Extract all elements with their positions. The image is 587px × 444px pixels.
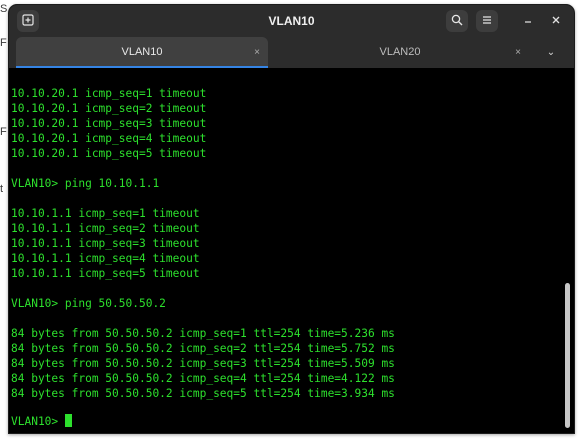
tab-vlan20[interactable]: VLAN20 ×	[271, 37, 529, 68]
edge-glyph: t	[0, 183, 4, 195]
tab-close-icon[interactable]: ×	[515, 37, 521, 68]
menu-button[interactable]	[476, 10, 498, 32]
edge-glyph: F	[0, 126, 7, 138]
background-window-edge: S F F t	[0, 0, 8, 444]
terminal-line: 10.10.20.1 icmp_seq=3 timeout	[11, 117, 207, 130]
terminal-prompt-line: VLAN10>	[11, 414, 72, 429]
terminal-line: 10.10.20.1 icmp_seq=5 timeout	[11, 147, 207, 160]
terminal-line: 84 bytes from 50.50.50.2 icmp_seq=3 ttl=…	[11, 357, 395, 370]
tab-vlan10[interactable]: VLAN10 ×	[16, 37, 268, 68]
terminal-line: 84 bytes from 50.50.50.2 icmp_seq=5 ttl=…	[11, 387, 395, 400]
terminal-line: 84 bytes from 50.50.50.2 icmp_seq=2 ttl=…	[11, 342, 395, 355]
tab-label: VLAN20	[379, 46, 421, 58]
hamburger-menu-icon	[483, 16, 491, 24]
terminal-line: 10.10.20.1 icmp_seq=2 timeout	[11, 102, 207, 115]
terminal-line: 10.10.1.1 icmp_seq=1 timeout	[11, 207, 200, 220]
terminal-line: 10.10.20.1 icmp_seq=1 timeout	[11, 87, 207, 100]
close-icon	[552, 16, 560, 24]
tab-list-dropdown-icon[interactable]: ⌄	[539, 37, 563, 68]
terminal-line: 10.10.1.1 icmp_seq=5 timeout	[11, 267, 200, 280]
minimize-button[interactable]	[517, 10, 539, 32]
tab-label: VLAN10	[121, 46, 163, 58]
terminal-line: 10.10.1.1 icmp_seq=3 timeout	[11, 237, 200, 250]
tab-bar: VLAN10 × VLAN20 × ⌄	[9, 37, 574, 68]
scrollbar[interactable]	[561, 68, 574, 433]
search-button[interactable]	[446, 10, 468, 32]
close-button[interactable]	[545, 10, 567, 32]
minimize-icon	[525, 21, 531, 23]
terminal-window: VLAN10 VLAN10 × VLAN20 × ⌄ 10.10.20.1 ic…	[8, 4, 575, 434]
edge-glyph: F	[0, 37, 7, 49]
scrollbar-thumb[interactable]	[565, 283, 570, 428]
edge-glyph: S	[0, 3, 8, 15]
terminal-output[interactable]: 10.10.20.1 icmp_seq=1 timeout 10.10.20.1 …	[9, 68, 561, 433]
terminal-line: 10.10.20.1 icmp_seq=4 timeout	[11, 132, 207, 145]
terminal-line: 84 bytes from 50.50.50.2 icmp_seq=1 ttl=…	[11, 327, 395, 340]
tab-close-icon[interactable]: ×	[254, 37, 260, 68]
title-bar[interactable]: VLAN10	[9, 5, 574, 37]
terminal-line: 10.10.1.1 icmp_seq=2 timeout	[11, 222, 200, 235]
terminal-line: 84 bytes from 50.50.50.2 icmp_seq=4 ttl=…	[11, 372, 395, 385]
search-icon	[451, 14, 463, 26]
terminal-line: VLAN10> ping 50.50.50.2	[11, 297, 166, 310]
terminal-line: 10.10.1.1 icmp_seq=4 timeout	[11, 252, 200, 265]
terminal-line: VLAN10> ping 10.10.1.1	[11, 177, 160, 190]
text-cursor	[64, 414, 72, 427]
prompt-text: VLAN10>	[11, 415, 65, 428]
